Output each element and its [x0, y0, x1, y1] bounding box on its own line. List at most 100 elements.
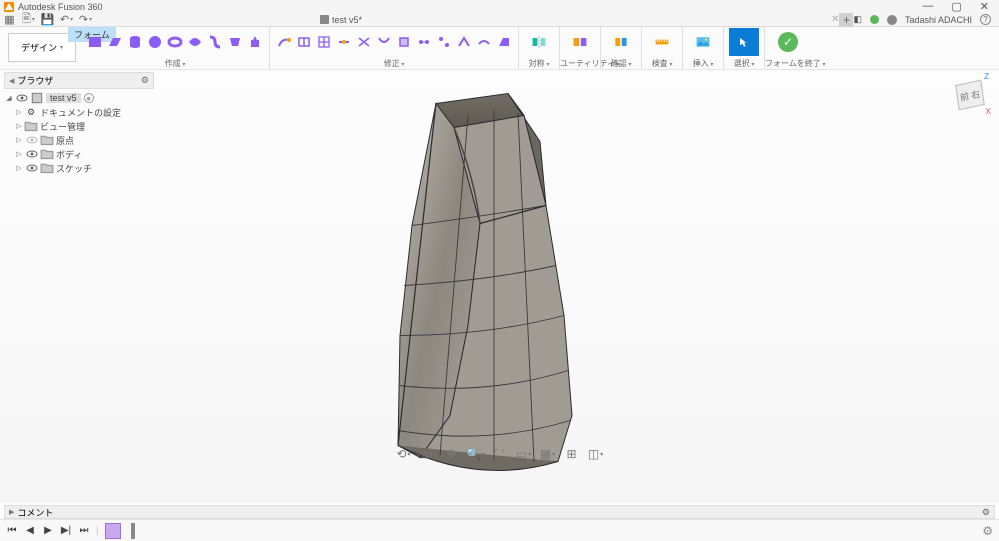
tree-node-origin[interactable]: ▷ 原点 — [4, 133, 154, 147]
browser-settings-icon[interactable]: ⚙ — [141, 75, 149, 86]
browser-collapse-icon[interactable]: ◀ — [9, 77, 14, 85]
nav-pan-icon[interactable]: ✥ — [445, 447, 459, 461]
timeline-play-icon[interactable]: ▶ — [42, 525, 54, 537]
timeline-settings-icon[interactable]: ⚙ — [982, 524, 993, 538]
help-icon[interactable]: ? — [980, 14, 991, 25]
tree-node-sketches[interactable]: ▷ スケッチ — [4, 161, 154, 175]
window-maximize-button[interactable]: ▢ — [951, 0, 961, 13]
tool-edit-form-icon[interactable] — [275, 28, 293, 56]
twist-icon[interactable]: ▷ — [14, 136, 24, 144]
nav-snap-icon[interactable]: ⊞ — [565, 447, 579, 461]
nav-grid-icon[interactable]: ▦ — [541, 447, 555, 461]
tab-close-button[interactable]: ✕ — [831, 14, 839, 25]
tree-node-views[interactable]: ▷ ビュー管理 — [4, 119, 154, 133]
nav-lookat-icon[interactable]: ⌂ — [421, 447, 435, 461]
timeline-start-icon[interactable]: ⏮ — [6, 525, 18, 537]
tool-bevel-edge-icon[interactable] — [495, 28, 513, 56]
tool-insert-image-icon[interactable] — [688, 28, 718, 56]
tool-select-icon[interactable] — [729, 28, 759, 56]
job-status-icon[interactable] — [870, 15, 879, 24]
tool-display-mode-icon[interactable] — [565, 28, 595, 56]
toolbar-group-mirror: 確認 — [600, 27, 641, 69]
user-avatar-icon[interactable] — [887, 15, 897, 25]
nav-display-icon[interactable]: ▭ — [517, 447, 531, 461]
visibility-icon[interactable] — [16, 93, 28, 103]
window-minimize-button[interactable]: — — [922, 0, 933, 13]
twist-icon[interactable]: ▷ — [14, 164, 24, 172]
tspline-body[interactable] — [368, 85, 588, 488]
group-label-mirror[interactable]: 確認 — [601, 58, 641, 69]
tool-weld-vertices-icon[interactable] — [415, 28, 433, 56]
tree-node-root[interactable]: ◢ test v5 ● — [4, 91, 154, 105]
toolbar-group-modify: 修正 — [269, 27, 518, 69]
finish-form-button[interactable]: ✓ — [776, 28, 800, 56]
tool-quadball-icon[interactable] — [186, 28, 204, 56]
tool-uncrease-icon[interactable] — [475, 28, 493, 56]
tree-node-doc-settings[interactable]: ▷ ⚙ ドキュメントの設定 — [4, 105, 154, 119]
tool-extrude-icon[interactable] — [246, 28, 264, 56]
tool-face-icon[interactable] — [226, 28, 244, 56]
tool-fill-hole-icon[interactable] — [395, 28, 413, 56]
document-tab[interactable]: test v5* — [320, 15, 362, 25]
tool-repair-body-icon[interactable] — [606, 28, 636, 56]
file-menu-icon[interactable]: 🖹 — [23, 14, 34, 25]
group-label-finish[interactable]: フォームを終了 — [765, 58, 811, 69]
tool-subdivide-icon[interactable] — [315, 28, 333, 56]
timeline-feature-form[interactable] — [105, 523, 121, 539]
twist-icon[interactable]: ▷ — [14, 150, 24, 158]
data-panel-icon[interactable]: ▦ — [4, 14, 15, 25]
tool-crease-icon[interactable] — [455, 28, 473, 56]
tool-mirror-icon[interactable] — [524, 28, 554, 56]
timeline-back-icon[interactable]: ◀ — [24, 525, 36, 537]
comments-collapse-icon[interactable]: ▶ — [9, 508, 14, 516]
tool-pipe-icon[interactable] — [206, 28, 224, 56]
visibility-icon[interactable] — [26, 163, 38, 173]
visibility-icon[interactable] — [26, 135, 38, 145]
tool-sphere-icon[interactable] — [146, 28, 164, 56]
tool-torus-icon[interactable] — [166, 28, 184, 56]
twist-icon[interactable]: ▷ — [14, 122, 24, 130]
tree-node-bodies[interactable]: ▷ ボディ — [4, 147, 154, 161]
viewcube-face-front[interactable]: 前 右 — [955, 80, 985, 111]
twist-icon[interactable]: ▷ — [14, 108, 24, 116]
visibility-icon[interactable] — [26, 149, 38, 159]
group-label-utility[interactable]: ユーティリティ — [560, 58, 600, 69]
redo-icon[interactable]: ↷ — [80, 14, 91, 25]
tool-cylinder-icon[interactable] — [126, 28, 144, 56]
comments-settings-icon[interactable]: ⚙ — [982, 507, 990, 518]
twist-icon[interactable]: ◢ — [4, 94, 14, 102]
folder-icon — [24, 120, 38, 132]
workspace-selector[interactable]: デザイン — [8, 33, 76, 62]
comments-label: コメント — [17, 506, 53, 519]
group-label-symmetry[interactable]: 対称 — [519, 58, 559, 69]
timeline-end-icon[interactable]: ⏭ — [78, 525, 90, 537]
window-close-button[interactable]: ✕ — [980, 0, 989, 13]
tool-measure-icon[interactable] — [647, 28, 677, 56]
group-label-measure[interactable]: 検査 — [642, 58, 682, 69]
timeline: ⏮ ◀ ▶ ▶| ⏭ | ⚙ — [0, 519, 999, 541]
user-name[interactable]: Tadashi ADACHI — [905, 15, 972, 25]
nav-fit-icon[interactable]: ⛶ — [493, 447, 507, 461]
view-cube[interactable]: Z 前 右 X — [953, 78, 987, 112]
activate-component-button[interactable]: ● — [84, 93, 94, 103]
group-label-insert[interactable]: 挿入 — [683, 58, 723, 69]
tab-new-button[interactable]: + — [839, 13, 853, 27]
extensions-icon[interactable]: ◧ — [853, 14, 862, 25]
group-label-create[interactable]: 作成 — [81, 58, 269, 69]
tool-unweld-icon[interactable] — [435, 28, 453, 56]
tool-box-icon[interactable] — [86, 28, 104, 56]
save-icon[interactable]: 💾 — [42, 14, 53, 25]
tool-plane-icon[interactable] — [106, 28, 124, 56]
tool-insert-point-icon[interactable] — [335, 28, 353, 56]
nav-orbit-icon[interactable]: ⟲ — [397, 447, 411, 461]
group-label-select[interactable]: 選択 — [724, 58, 764, 69]
tool-bridge-icon[interactable] — [375, 28, 393, 56]
undo-icon[interactable]: ↶ — [61, 14, 72, 25]
timeline-marker[interactable] — [131, 523, 135, 539]
nav-zoom-icon[interactable]: 🔍 — [469, 447, 483, 461]
tool-insert-edge-icon[interactable] — [295, 28, 313, 56]
tool-merge-edge-icon[interactable] — [355, 28, 373, 56]
group-label-modify[interactable]: 修正 — [270, 58, 518, 69]
timeline-forward-icon[interactable]: ▶| — [60, 525, 72, 537]
nav-viewport-icon[interactable]: ◫ — [589, 447, 603, 461]
